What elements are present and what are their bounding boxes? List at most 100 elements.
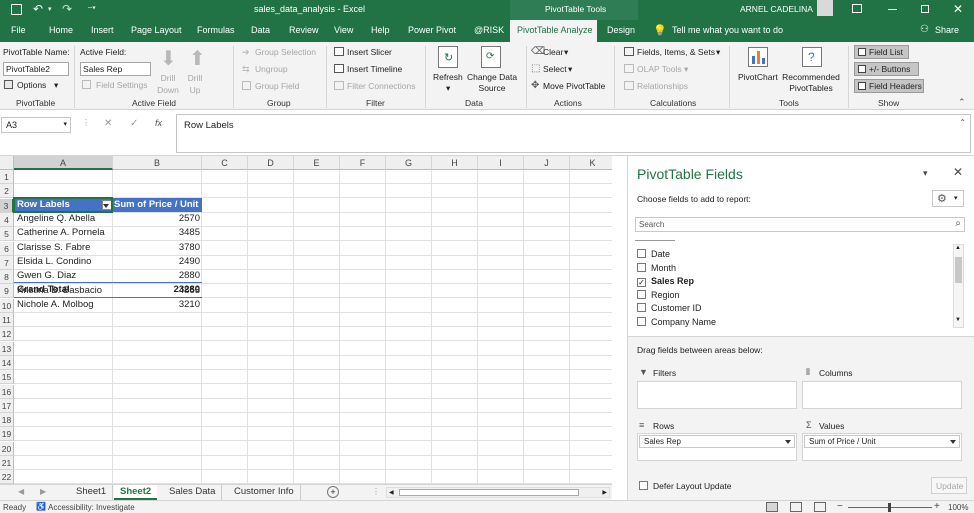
tab-pivottable-analyze[interactable]: PivotTable Analyze: [510, 20, 597, 42]
pivot-row-label[interactable]: Clarisse S. Fabre: [17, 241, 112, 255]
tell-me-search[interactable]: Tell me what you want to do: [672, 25, 783, 35]
field-item[interactable]: Customer ID: [637, 302, 702, 315]
sheet-tab-sheet1[interactable]: Sheet1: [70, 485, 114, 500]
tab-split-icon[interactable]: ⋮: [372, 487, 380, 496]
tab-review[interactable]: Review: [289, 25, 319, 35]
refresh-button[interactable]: Refresh: [433, 72, 463, 82]
tab-view[interactable]: View: [334, 25, 353, 35]
row-header-3[interactable]: 3: [0, 198, 14, 213]
tab-help[interactable]: Help: [371, 25, 390, 35]
pivot-row-label[interactable]: Elsida L. Condino: [17, 255, 112, 269]
values-area[interactable]: Sum of Price / Unit: [802, 433, 962, 461]
search-icon[interactable]: ⌕: [955, 218, 961, 229]
update-button[interactable]: Update: [931, 477, 967, 494]
column-header-i[interactable]: I: [478, 156, 524, 170]
field-item[interactable]: ✓ Sales Rep: [637, 275, 694, 288]
drill-up-button[interactable]: Drill Up: [185, 72, 205, 96]
pane-options-dropdown-icon[interactable]: ▾: [923, 168, 928, 179]
row-header-5[interactable]: 5: [0, 227, 14, 242]
pivot-row-label[interactable]: Nichole A. Molbog: [17, 298, 112, 312]
row-header-13[interactable]: 13: [0, 341, 14, 356]
tab-file[interactable]: File: [11, 25, 26, 35]
horizontal-scrollbar[interactable]: ◀ ▶: [386, 487, 610, 498]
row-header-22[interactable]: 22: [0, 470, 14, 484]
formula-input[interactable]: Row Labels ⌃: [176, 114, 971, 153]
row-header-11[interactable]: 11: [0, 313, 14, 327]
row-header-6[interactable]: 6: [0, 241, 14, 256]
zoom-slider-thumb[interactable]: [888, 503, 891, 512]
values-chip-dropdown-icon[interactable]: [950, 440, 956, 444]
select-button[interactable]: Select: [543, 64, 567, 74]
zoom-out-icon[interactable]: −: [837, 501, 843, 512]
new-sheet-icon[interactable]: +: [327, 486, 339, 498]
expand-formula-icon[interactable]: ⌃: [959, 118, 966, 127]
column-header-a[interactable]: A: [14, 156, 113, 170]
confirm-formula-icon[interactable]: ✓: [130, 118, 138, 129]
column-header-j[interactable]: J: [524, 156, 570, 170]
field-list-toggle[interactable]: Field List: [854, 45, 909, 59]
zoom-in-icon[interactable]: +: [934, 501, 940, 512]
pivot-row-value[interactable]: 2570: [114, 212, 202, 226]
field-item[interactable]: Date: [637, 248, 670, 261]
pivot-row-label[interactable]: Angeline Q. Abella: [17, 212, 112, 226]
pivotchart-button[interactable]: PivotChart: [738, 72, 778, 82]
column-header-g[interactable]: G: [386, 156, 432, 170]
minimize-icon[interactable]: [888, 9, 897, 10]
more-options-icon[interactable]: ⋮: [82, 118, 90, 127]
tab-page-layout[interactable]: Page Layout: [131, 25, 182, 35]
field-item[interactable]: Region: [637, 289, 680, 302]
relationships-button[interactable]: Relationships: [637, 81, 688, 91]
row-header-17[interactable]: 17: [0, 398, 14, 413]
tab-data[interactable]: Data: [251, 25, 270, 35]
zoom-slider[interactable]: [848, 503, 932, 512]
close-icon[interactable]: ✕: [953, 2, 963, 16]
pivot-row-value[interactable]: 2490: [114, 255, 202, 269]
active-field-input[interactable]: Sales Rep: [80, 62, 151, 76]
column-header-h[interactable]: H: [432, 156, 478, 170]
tab-insert[interactable]: Insert: [91, 25, 114, 35]
options-button[interactable]: Options: [17, 80, 46, 90]
name-box[interactable]: A3 ▾: [1, 117, 71, 133]
options-dropdown-icon[interactable]: ▾: [54, 80, 58, 91]
field-scroll-thumb[interactable]: [955, 257, 962, 283]
row-header-21[interactable]: 21: [0, 456, 14, 470]
column-header-c[interactable]: C: [202, 156, 248, 170]
refresh-dropdown-icon[interactable]: ▾: [446, 83, 450, 94]
worksheet-grid[interactable]: ABCDEFGHIJK 1 2 3 4 5 6 7 8 9 10 11 12 13 14 15 16 17 18 1…: [0, 156, 612, 484]
redo-icon[interactable]: ↷: [62, 2, 72, 16]
insert-timeline-button[interactable]: Insert Timeline: [347, 64, 402, 74]
page-layout-view-icon[interactable]: [790, 502, 802, 512]
pivot-row-label[interactable]: Catherine A. Pornela: [17, 226, 112, 240]
scroll-left-icon[interactable]: ◀: [389, 489, 394, 496]
pivot-row-value[interactable]: 3485: [114, 226, 202, 240]
group-selection-button[interactable]: Group Selection: [255, 47, 316, 57]
row-header-8[interactable]: 8: [0, 270, 14, 285]
olap-dropdown-icon[interactable]: ▾: [684, 64, 688, 75]
row-header-7[interactable]: 7: [0, 255, 14, 270]
row-header-20[interactable]: 20: [0, 441, 14, 456]
field-headers-toggle[interactable]: Field Headers: [854, 79, 924, 93]
group-field-button[interactable]: Group Field: [255, 81, 299, 91]
row-header-9[interactable]: 9: [0, 284, 14, 299]
prev-sheet-icon[interactable]: ◀: [18, 487, 24, 496]
field-list-scrollbar[interactable]: ▲ ▼: [953, 244, 964, 328]
field-settings-button[interactable]: Field Settings: [96, 80, 148, 90]
sheet-tab-sales-data[interactable]: Sales Data: [163, 485, 223, 500]
zoom-level[interactable]: 100%: [948, 503, 968, 512]
normal-view-icon[interactable]: [766, 502, 778, 512]
column-header-k[interactable]: K: [570, 156, 612, 170]
field-scroll-down-icon[interactable]: ▼: [955, 317, 961, 323]
rows-area[interactable]: Sales Rep: [637, 433, 797, 461]
field-list[interactable]: Date Month ✓ Sales Rep Region Customer ID Comp…: [635, 236, 965, 328]
tab-power-pivot[interactable]: Power Pivot: [408, 25, 456, 35]
clear-button[interactable]: Clear: [543, 47, 563, 57]
field-search-input[interactable]: Search ⌕: [635, 217, 965, 232]
scroll-right-icon[interactable]: ▶: [602, 489, 607, 496]
cancel-formula-icon[interactable]: ✕: [104, 118, 112, 129]
filter-connections-button[interactable]: Filter Connections: [347, 81, 416, 91]
user-name[interactable]: ARNEL CADELINA: [740, 4, 813, 14]
pivot-row-value[interactable]: 3780: [114, 241, 202, 255]
row-header-16[interactable]: 16: [0, 384, 14, 399]
clear-dropdown-icon[interactable]: ▾: [564, 47, 568, 58]
grand-total-label[interactable]: Grand Total: [17, 283, 107, 297]
